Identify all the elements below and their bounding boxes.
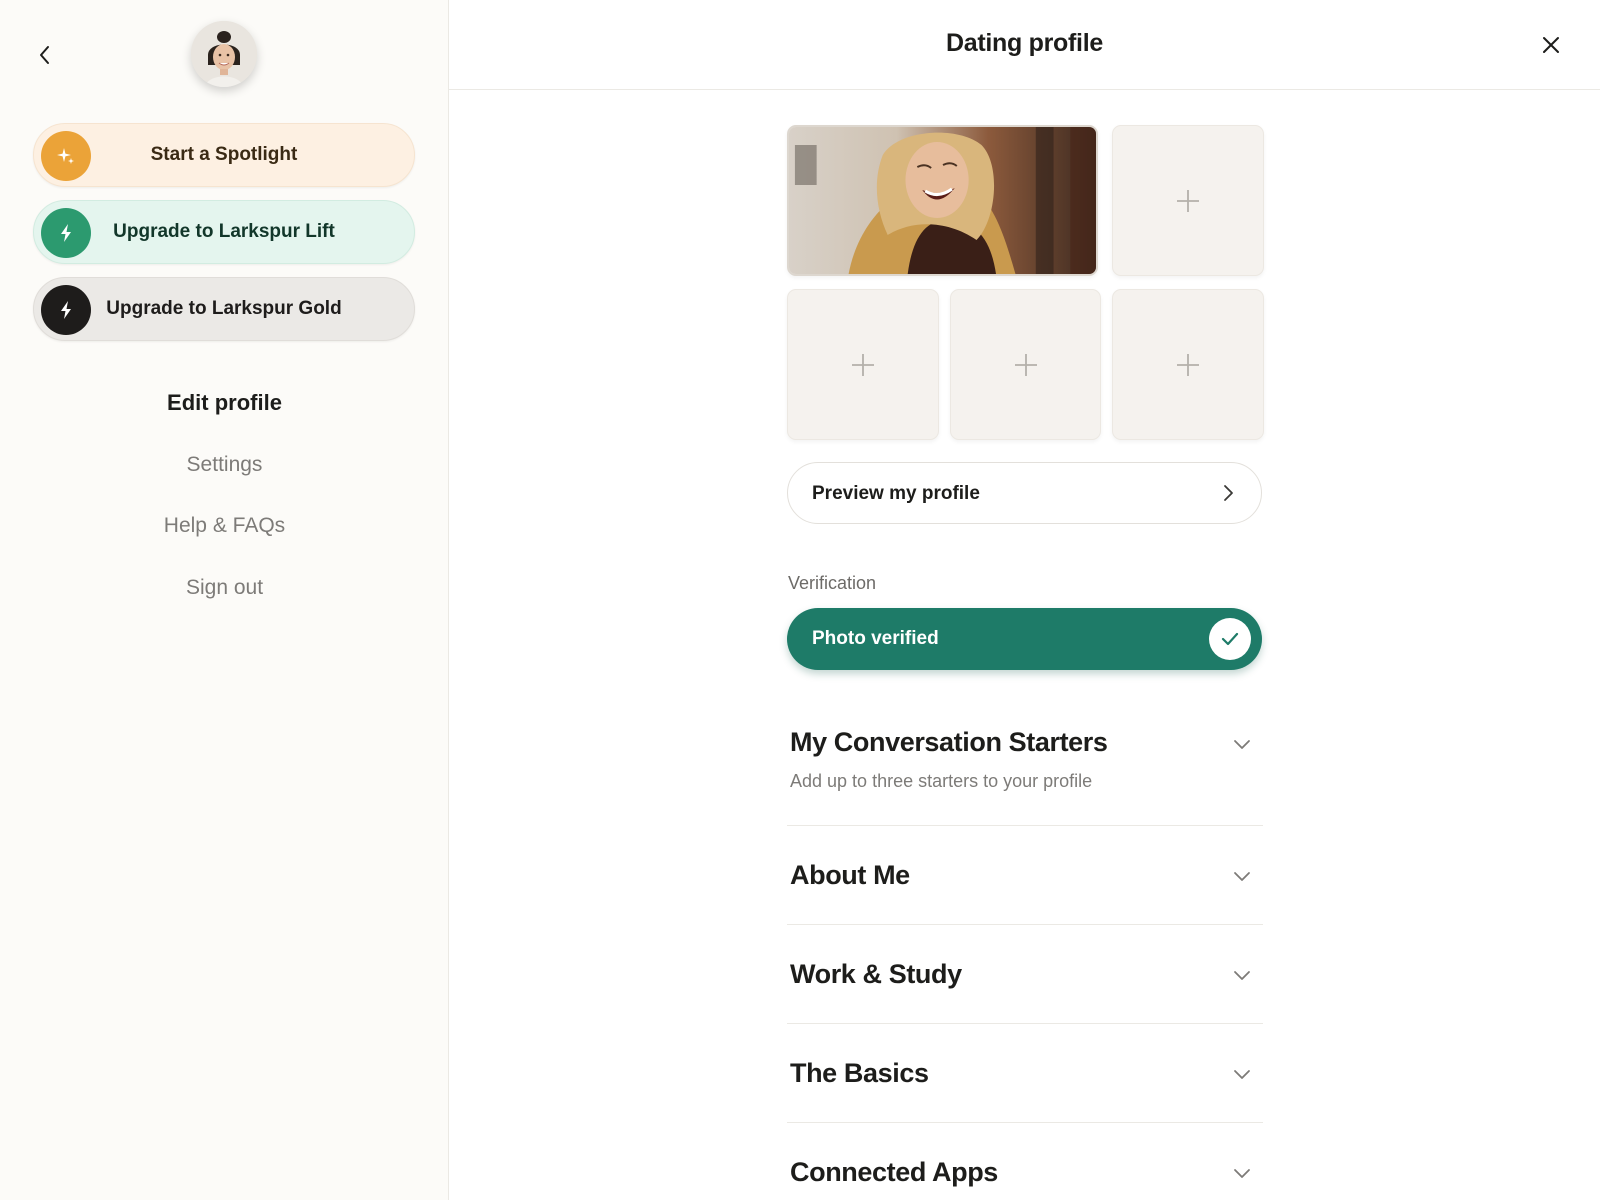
chevron-down-icon bbox=[1234, 1169, 1250, 1178]
nav-sign-out[interactable]: Sign out bbox=[0, 576, 449, 600]
gold-label: Upgrade to Larkspur Gold bbox=[106, 298, 342, 319]
preview-profile-label: Preview my profile bbox=[812, 483, 980, 504]
photo-verified-label: Photo verified bbox=[812, 628, 939, 649]
spotlight-label: Start a Spotlight bbox=[150, 144, 298, 165]
section-conversation-starters[interactable]: My Conversation Starters Add up to three… bbox=[787, 712, 1263, 826]
avatar-image bbox=[191, 21, 257, 87]
plus-icon bbox=[852, 353, 874, 376]
checkmark-icon bbox=[1209, 618, 1251, 660]
top-bar: Dating profile bbox=[449, 0, 1600, 90]
avatar[interactable] bbox=[191, 21, 257, 87]
main-panel: Dating profile Preview my profile Verifi… bbox=[449, 0, 1600, 1200]
upgrade-lift-button[interactable]: Upgrade to Larkspur Lift bbox=[33, 200, 415, 264]
close-icon bbox=[1543, 37, 1559, 53]
section-title: Work & Study bbox=[790, 959, 962, 989]
photo-slot-1[interactable] bbox=[787, 125, 1098, 276]
section-the-basics[interactable]: The Basics bbox=[787, 1024, 1263, 1123]
nav-edit-profile[interactable]: Edit profile bbox=[0, 390, 449, 416]
section-title: The Basics bbox=[790, 1058, 929, 1088]
section-connected-apps[interactable]: Connected Apps bbox=[787, 1123, 1263, 1200]
page-title: Dating profile bbox=[946, 29, 1103, 57]
section-title: About Me bbox=[790, 860, 910, 890]
photo-verified-badge[interactable]: Photo verified bbox=[787, 608, 1262, 670]
start-spotlight-button[interactable]: Start a Spotlight bbox=[33, 123, 415, 187]
section-subtitle: Add up to three starters to your profile bbox=[790, 771, 1093, 791]
chevron-right-icon bbox=[1224, 485, 1233, 501]
plus-icon bbox=[1014, 353, 1037, 376]
plus-icon bbox=[1177, 189, 1199, 212]
photo-slot-4[interactable] bbox=[950, 289, 1101, 440]
lift-label: Upgrade to Larkspur Lift bbox=[113, 221, 335, 242]
upgrade-gold-button[interactable]: Upgrade to Larkspur Gold bbox=[33, 277, 415, 341]
sidebar: Start a Spotlight Upgrade to Larkspur Li… bbox=[0, 0, 449, 1200]
section-work-study[interactable]: Work & Study bbox=[787, 925, 1263, 1024]
chevron-down-icon bbox=[1234, 1070, 1250, 1079]
photo-slot-2[interactable] bbox=[1112, 125, 1264, 276]
verification-label: Verification bbox=[788, 573, 877, 593]
nav-help-faqs[interactable]: Help & FAQs bbox=[0, 514, 449, 538]
section-title: My Conversation Starters bbox=[790, 727, 1108, 757]
close-button[interactable] bbox=[1536, 30, 1566, 60]
chevron-down-icon bbox=[1234, 971, 1250, 980]
photo-slot-3[interactable] bbox=[787, 289, 939, 440]
chevron-down-icon bbox=[1234, 872, 1250, 881]
chevron-down-icon bbox=[1234, 740, 1250, 749]
chevron-left-icon bbox=[40, 46, 49, 64]
nav-settings[interactable]: Settings bbox=[0, 453, 449, 477]
back-button[interactable] bbox=[30, 40, 60, 70]
preview-profile-button[interactable]: Preview my profile bbox=[787, 462, 1262, 524]
profile-photo bbox=[789, 127, 1096, 274]
photo-slot-5[interactable] bbox=[1112, 289, 1264, 440]
plus-icon bbox=[1177, 353, 1199, 376]
section-about-me[interactable]: About Me bbox=[787, 826, 1263, 925]
section-title: Connected Apps bbox=[790, 1157, 998, 1187]
